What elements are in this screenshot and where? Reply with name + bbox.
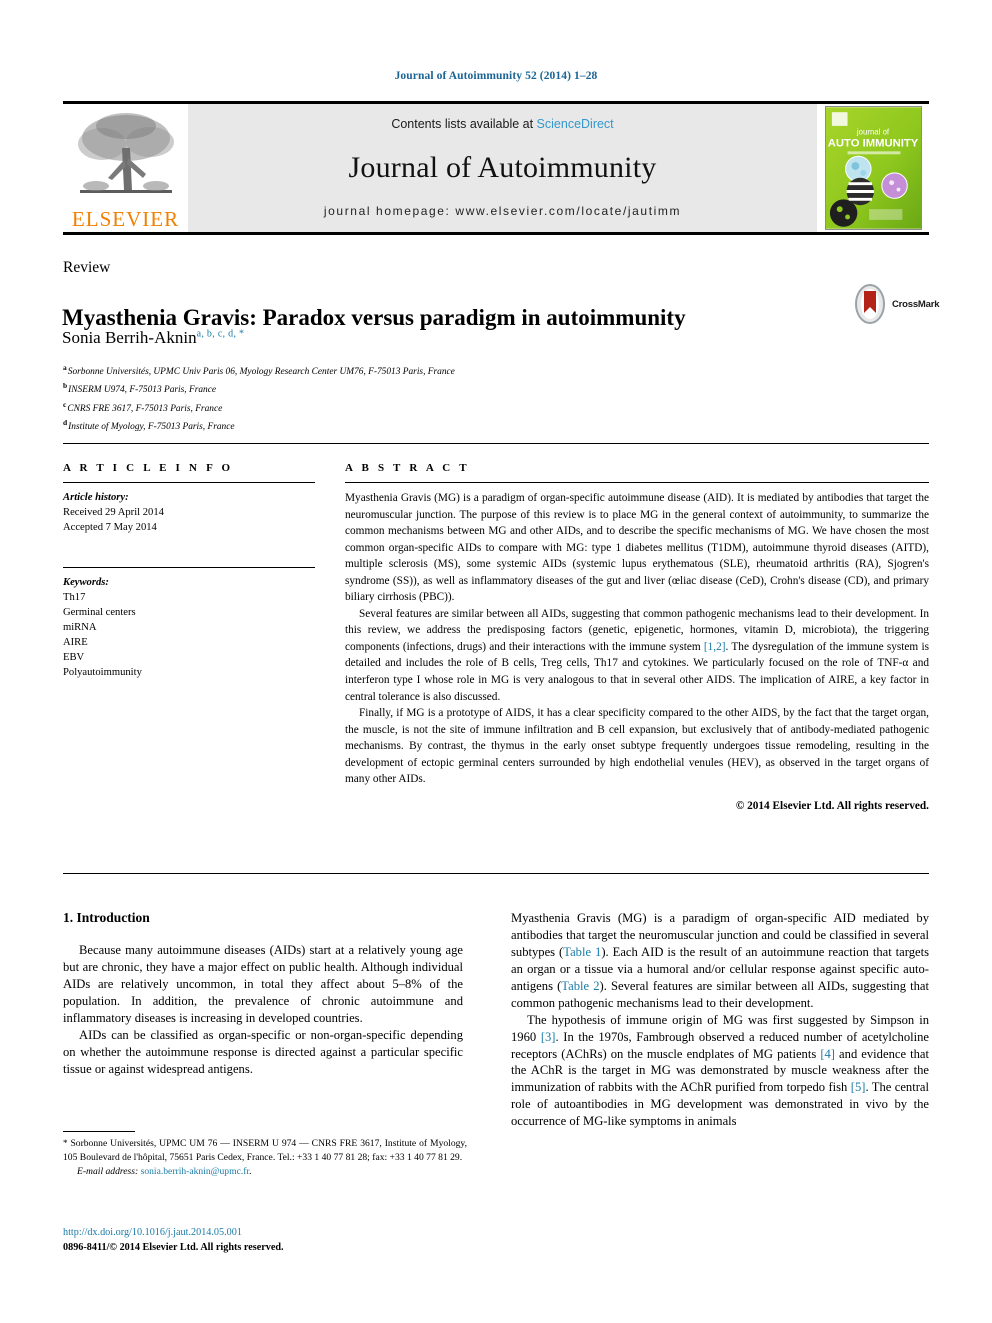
affiliation-item: bINSERM U974, F-75013 Paris, France <box>63 380 663 398</box>
keyword-item: EBV <box>63 652 85 664</box>
article-history-block: Article history: Received 29 April 2014 … <box>63 490 315 535</box>
body-paragraph: Because many autoimmune diseases (AIDs) … <box>63 943 463 1025</box>
abstract-paragraph-1: Myasthenia Gravis (MG) is a paradigm of … <box>345 492 929 604</box>
affiliation-list: aSorbonne Universités, UPMC Univ Paris 0… <box>63 362 663 435</box>
elsevier-wordmark: ELSEVIER <box>71 207 180 231</box>
issn-copyright-line: 0896-8411/© 2014 Elsevier Ltd. All right… <box>63 1242 284 1254</box>
sciencedirect-link[interactable]: ScienceDirect <box>537 117 614 131</box>
article-first-page: Journal of Autoimmunity 52 (2014) 1–28 E… <box>0 0 992 1323</box>
affiliation-text: Institute of Myology, F-75013 Paris, Fra… <box>68 422 235 433</box>
affiliation-text: INSERM U974, F-75013 Paris, France <box>68 385 217 396</box>
journal-cover-image: journal of AUTO IMMUNITY <box>824 106 922 230</box>
affiliation-text: Sorbonne Universités, UPMC Univ Paris 06… <box>67 367 455 378</box>
affiliation-mark: a <box>63 363 67 372</box>
article-type-label: Review <box>63 259 111 276</box>
keyword-item: Th17 <box>63 592 86 604</box>
divider-above-abstract <box>63 443 929 444</box>
body-text-left: Because many autoimmune diseases (AIDs) … <box>63 942 463 1078</box>
keyword-item: AIRE <box>63 637 88 649</box>
abstract-paragraph-3: Finally, if MG is a prototype of AIDS, i… <box>345 707 929 786</box>
crossmark-icon <box>855 284 885 324</box>
abstract-column: A B S T R A C T Myasthenia Gravis (MG) i… <box>345 462 929 814</box>
running-head: Journal of Autoimmunity 52 (2014) 1–28 <box>394 70 598 82</box>
masthead-center: Contents lists available at ScienceDirec… <box>188 104 817 232</box>
journal-title: Journal of Autoimmunity <box>348 150 657 184</box>
contents-available-line: Contents lists available at ScienceDirec… <box>391 117 613 131</box>
affiliation-item: aSorbonne Universités, UPMC Univ Paris 0… <box>63 362 663 380</box>
article-history-item: Accepted 7 May 2014 <box>63 522 157 534</box>
elsevier-logo: ELSEVIER <box>63 104 188 232</box>
svg-text:AUTO IMMUNITY: AUTO IMMUNITY <box>827 137 918 149</box>
doi-block: http://dx.doi.org/10.1016/j.jaut.2014.05… <box>63 1225 467 1256</box>
keyword-item: miRNA <box>63 622 97 634</box>
citation-link[interactable]: [1,2] <box>704 641 726 653</box>
keyword-item: Polyautoimmunity <box>63 667 142 679</box>
crossmark-badge[interactable]: CrossMark <box>852 283 942 325</box>
table-1-link[interactable]: Table 1 <box>563 945 601 959</box>
abstract-heading: A B S T R A C T <box>345 462 470 474</box>
email-link[interactable]: sonia.berrih-aknin@upmc.fr <box>141 1166 249 1177</box>
keyword-item: Germinal centers <box>63 607 136 619</box>
article-info-divider <box>63 482 315 483</box>
crossmark-label: CrossMark <box>892 298 940 310</box>
author-name: Sonia Berrih-Aknin <box>62 328 197 347</box>
section-heading-introduction: 1. Introduction <box>63 910 150 925</box>
elsevier-tree-icon <box>77 113 174 193</box>
footnote-address: Sorbonne Universités, UPMC UM 76 — INSER… <box>63 1138 467 1163</box>
abstract-paragraph-2: Several features are similar between all… <box>345 606 929 705</box>
body-column-right: Myasthenia Gravis (MG) is a paradigm of … <box>511 910 929 1130</box>
divider-below-abstract <box>63 873 929 874</box>
citation-link[interactable]: [3] <box>541 1030 556 1044</box>
table-2-link[interactable]: Table 2 <box>561 979 599 993</box>
email-label: E-mail address: <box>77 1165 139 1177</box>
abstract-copyright: © 2014 Elsevier Ltd. All rights reserved… <box>735 799 929 812</box>
citation-link[interactable]: [4] <box>820 1047 835 1061</box>
affiliation-item: cCNRS FRE 3617, F-75013 Paris, France <box>63 399 663 417</box>
email-trail: . <box>249 1165 252 1177</box>
body-paragraph: The hypothesis of immune origin of MG wa… <box>511 1012 929 1131</box>
article-history-item: Received 29 April 2014 <box>63 507 164 519</box>
footnote-divider <box>63 1131 135 1132</box>
affiliation-text: CNRS FRE 3617, F-75013 Paris, France <box>67 403 223 414</box>
contents-prefix: Contents lists available at <box>391 117 537 131</box>
abstract-body: Myasthenia Gravis (MG) is a paradigm of … <box>345 490 929 814</box>
svg-text:journal of: journal of <box>855 128 889 137</box>
affiliation-mark: c <box>63 399 67 409</box>
abstract-divider <box>345 482 929 483</box>
article-info-heading: A R T I C L E I N F O <box>63 462 234 474</box>
journal-homepage-link[interactable]: journal homepage: www.elsevier.com/locat… <box>324 204 681 218</box>
keywords-divider <box>63 567 315 569</box>
body-paragraph: Myasthenia Gravis (MG) is a paradigm of … <box>511 910 929 1012</box>
article-history-label: Article history: <box>63 492 129 503</box>
affiliation-mark: d <box>63 418 68 428</box>
affiliation-mark: b <box>63 381 68 391</box>
footnote-email-line: E-mail address: sonia.berrih-aknin@upmc.… <box>63 1165 467 1179</box>
corresponding-author-footnote: * Sorbonne Universités, UPMC UM 76 — INS… <box>63 1137 467 1179</box>
journal-cover-block: journal of AUTO IMMUNITY <box>817 104 929 232</box>
keywords-block: Keywords: Th17 Germinal centers miRNA AI… <box>63 575 315 680</box>
affiliation-item: dInstitute of Myology, F-75013 Paris, Fr… <box>63 417 663 435</box>
author-affiliation-marks: a, b, c, d, * <box>196 328 245 340</box>
keywords-label: Keywords: <box>63 577 109 589</box>
doi-link[interactable]: http://dx.doi.org/10.1016/j.jaut.2014.05… <box>63 1225 467 1240</box>
article-info-column: A R T I C L E I N F O Article history: R… <box>63 462 315 680</box>
body-text-right: Myasthenia Gravis (MG) is a paradigm of … <box>511 910 929 1130</box>
citation-link[interactable]: [5] <box>851 1080 866 1094</box>
journal-masthead: ELSEVIER Contents lists available at Sci… <box>63 101 929 235</box>
body-paragraph: AIDs can be classified as organ-specific… <box>63 1027 463 1076</box>
body-column-left: 1. Introduction Because many autoimmune … <box>63 910 463 1078</box>
author-line: Sonia Berrih-Aknina, b, c, d, * <box>62 328 244 348</box>
